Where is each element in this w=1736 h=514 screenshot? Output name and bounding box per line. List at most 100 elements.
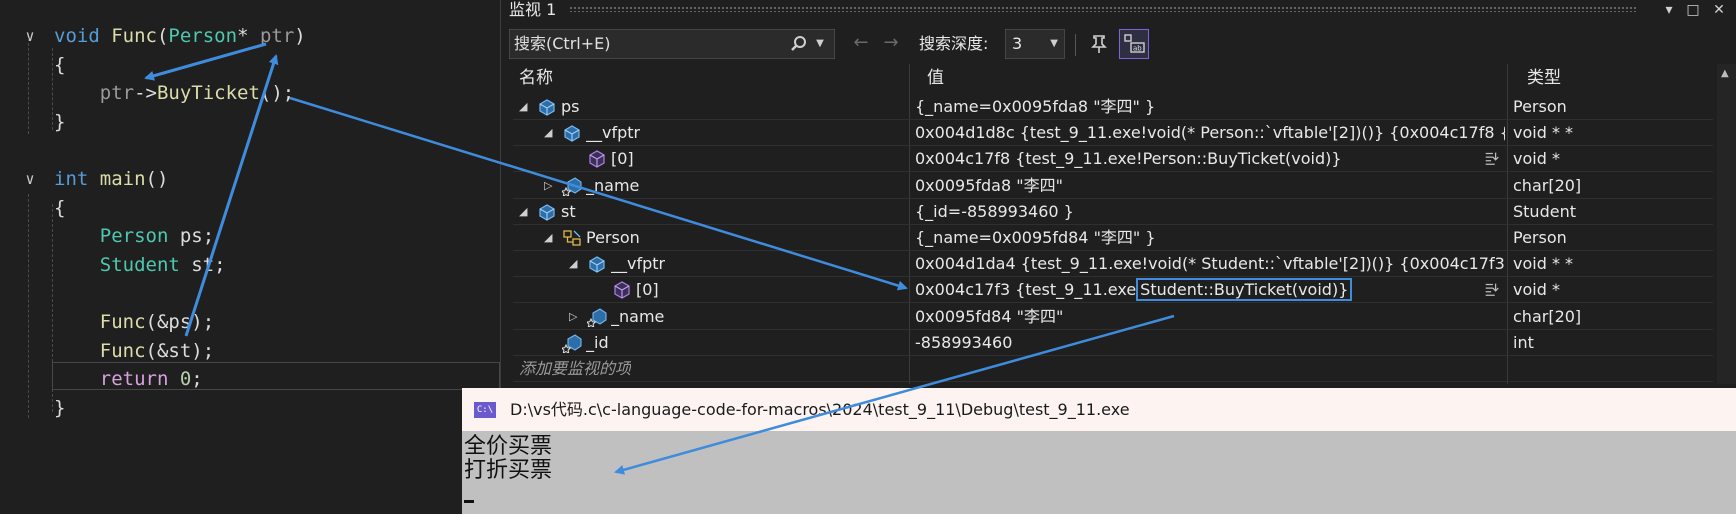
watch-name: ps — [561, 97, 580, 116]
visualizer-icon[interactable] — [1483, 149, 1503, 169]
maximize-icon[interactable]: □ — [1681, 0, 1705, 20]
code-line[interactable] — [0, 136, 500, 164]
watch-value[interactable]: 0x004d1da4 {test_9_11.exe!void(* Student… — [915, 251, 1505, 277]
vertical-scrollbar[interactable]: ▲ — [1717, 64, 1736, 384]
add-watch-placeholder[interactable]: 添加要监视的项 — [519, 356, 631, 382]
watch-row[interactable]: [0] 0x004c17f8 {test_9_11.exe!Person::Buy… — [513, 146, 1713, 173]
watch-row[interactable]: ▷ _name 0x0095fda8 "李四" char[20] — [513, 173, 1713, 199]
add-watch-row[interactable]: 添加要监视的项 — [513, 356, 1713, 382]
code-token: ptr — [259, 25, 295, 47]
code-token: Func — [111, 25, 157, 47]
code-text: Person ps; — [54, 222, 214, 250]
fold-toggle-icon[interactable]: ∨ — [20, 22, 40, 50]
pin-icon[interactable] — [1085, 30, 1113, 63]
code-editor[interactable]: ∨ void Func(Person* ptr){ ptr->BuyTicket(… — [0, 0, 500, 514]
code-token: ( — [156, 25, 169, 47]
chevron-down-icon: ▼ — [1050, 38, 1058, 49]
watch-row[interactable]: ◢ __vfptr 0x004d1da4 {test_9_11.exe!void(*… — [513, 251, 1713, 278]
console-cursor — [464, 500, 474, 503]
watch-row[interactable]: [0] 0x004c17f3 {test_9_11.exe Student::Buy… — [513, 277, 1713, 304]
code-token: Func — [54, 339, 146, 362]
expand-icon[interactable]: ▷ — [569, 304, 577, 330]
watch-name: [0] — [611, 149, 634, 169]
watch-value[interactable]: -858993460 — [915, 330, 1505, 356]
collapse-icon[interactable]: ◢ — [544, 120, 552, 146]
search-back-icon[interactable]: ← — [849, 29, 873, 57]
search-depth-label: 搜索深度: — [919, 34, 989, 53]
code-line[interactable]: Person ps; — [0, 222, 500, 250]
watch-row[interactable]: ▷ _name 0x0095fd84 "李四" char[20] — [513, 304, 1713, 330]
toolbar-separator — [1075, 34, 1076, 56]
code-line[interactable]: { — [0, 194, 500, 222]
search-options-icon[interactable]: ▼ — [810, 30, 830, 58]
collapse-icon[interactable]: ◢ — [519, 199, 527, 225]
visualizer-icon[interactable] — [1483, 280, 1503, 300]
search-input[interactable] — [514, 30, 784, 58]
watch-row[interactable]: ◢ __vfptr 0x004d1d8c {test_9_11.exe!void(*… — [513, 120, 1713, 147]
watch-row[interactable]: ◢ st {_id=-858993460 } Student — [513, 199, 1713, 225]
watch-type: void * — [1513, 149, 1560, 169]
code-text: } — [54, 108, 65, 136]
code-line[interactable]: ∨ void Func(Person* ptr) — [0, 22, 500, 50]
column-header-value[interactable]: 值 — [927, 64, 944, 92]
code-line[interactable]: ∨ int main() — [0, 165, 500, 193]
watch-value[interactable]: 0x0095fd84 "李四" — [915, 304, 1505, 330]
console-title-bar[interactable]: C:\ D:\vs代码.c\c-language-code-for-macros… — [462, 388, 1736, 432]
object-icon — [537, 97, 557, 117]
code-token: Func — [54, 311, 146, 333]
scroll-up-icon[interactable]: ▲ — [1721, 68, 1729, 79]
collapse-icon[interactable]: ◢ — [544, 225, 552, 251]
collapse-icon[interactable]: ◢ — [519, 94, 527, 120]
watch-value[interactable]: 0x004c17f3 {test_9_11.exe Student::BuyTic… — [915, 277, 1505, 303]
watch-title-bar[interactable]: 监视 1 ▾ □ ✕ — [501, 0, 1736, 22]
watch-name: _name — [611, 306, 665, 326]
watch-row[interactable]: ◢ ps {_name=0x0095fda8 "李四" } Person — [513, 94, 1713, 120]
code-text: Func(&ps); — [54, 308, 214, 336]
watch-value[interactable]: {_id=-858993460 } — [915, 199, 1505, 225]
pointer-icon — [612, 280, 632, 300]
watch-value[interactable]: 0x004c17f8 {test_9_11.exe!Person::BuyTic… — [915, 146, 1505, 172]
dropdown-icon[interactable]: ▾ — [1657, 0, 1681, 20]
watch-type: void * * — [1513, 123, 1574, 143]
search-box[interactable]: ▼ — [509, 29, 835, 59]
search-forward-icon[interactable]: → — [879, 29, 903, 57]
search-depth-select[interactable]: 3 ▼ — [1005, 29, 1065, 59]
watch-value[interactable]: 0x004d1d8c {test_9_11.exe!void(* Person:… — [915, 120, 1505, 146]
watch-type: void * * — [1513, 254, 1574, 274]
code-text: Student st; — [54, 251, 226, 279]
code-line[interactable] — [0, 279, 500, 307]
column-header-name[interactable]: 名称 — [519, 64, 553, 92]
watch-type: int — [1513, 332, 1534, 352]
code-token: { — [54, 53, 66, 76]
console-window[interactable]: C:\ D:\vs代码.c\c-language-code-for-macros… — [462, 388, 1736, 514]
code-line[interactable]: Func(&ps); — [0, 308, 500, 336]
code-line[interactable]: Student st; — [0, 251, 500, 279]
pointer-icon — [587, 149, 607, 169]
code-line[interactable]: ptr->BuyTicket(); — [0, 79, 500, 107]
code-token: ; — [214, 253, 226, 276]
watch-value[interactable]: {_name=0x0095fda8 "李四" } — [915, 94, 1505, 120]
search-icon[interactable] — [788, 30, 810, 62]
code-line[interactable]: { — [0, 51, 500, 79]
watch-name: _name — [586, 175, 640, 195]
collapse-icon[interactable]: ◢ — [569, 251, 577, 277]
code-text: { — [54, 51, 65, 79]
watch-toolbar: ▼ ← → 搜索深度: 3 ▼ ab — [501, 26, 1736, 62]
code-line[interactable]: } — [0, 394, 500, 422]
code-token: Person — [168, 25, 238, 47]
hex-display-toggle[interactable]: ab — [1119, 29, 1149, 59]
close-icon[interactable]: ✕ — [1707, 0, 1731, 20]
watch-value[interactable]: 0x0095fda8 "李四" — [915, 173, 1505, 199]
expand-icon[interactable]: ▷ — [544, 173, 552, 199]
code-token: void — [54, 25, 112, 47]
code-line[interactable]: Func(&st); — [0, 337, 500, 365]
column-header-type[interactable]: 类型 — [1527, 64, 1561, 92]
watch-row[interactable]: ◢ Person {_name=0x0095fd84 "李四" } Person — [513, 225, 1713, 251]
object-icon — [587, 254, 607, 274]
watch-value[interactable]: {_name=0x0095fd84 "李四" } — [915, 225, 1505, 251]
watch-grid: 名称 值 类型 ◢ ps {_name=0x0095fda8 "李四" } Perso… — [513, 64, 1713, 384]
fold-toggle-icon[interactable]: ∨ — [20, 165, 40, 193]
code-line[interactable]: } — [0, 108, 500, 136]
console-title: D:\vs代码.c\c-language-code-for-macros\202… — [510, 400, 1130, 419]
watch-row[interactable]: _id -858993460 int — [513, 330, 1713, 356]
